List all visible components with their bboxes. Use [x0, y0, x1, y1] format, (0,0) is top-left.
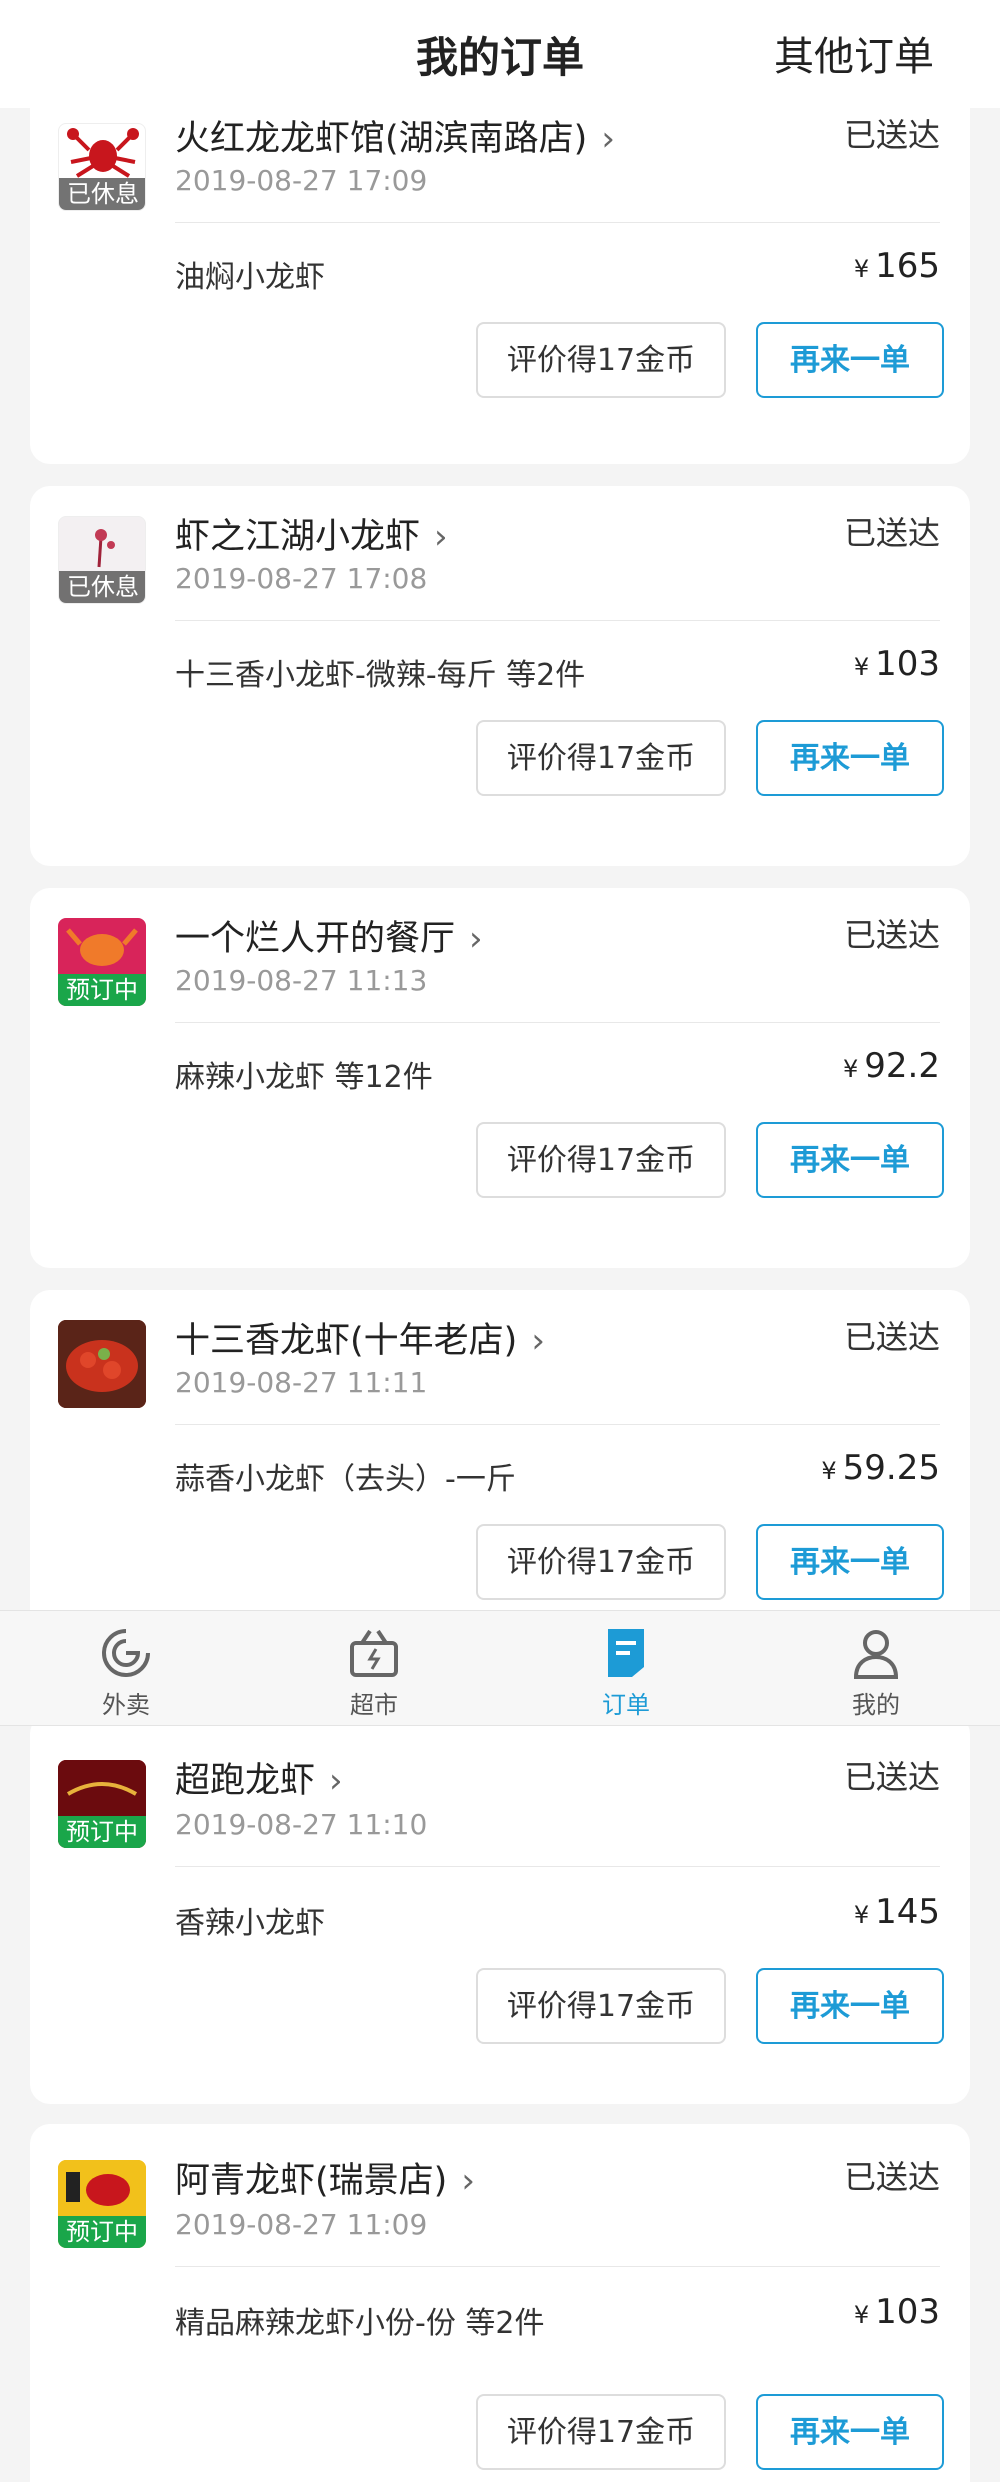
shop-name[interactable]: 阿青龙虾(瑞景店) › — [175, 2152, 475, 2203]
divider — [175, 1866, 940, 1867]
shop-logo: 预订中 — [58, 2160, 146, 2248]
review-button[interactable]: 评价得17金币 — [476, 2394, 726, 2470]
shop-name[interactable]: 虾之江湖小龙虾 › — [175, 508, 448, 559]
order-card[interactable]: 预订中 超跑龙虾 › 已送达 2019-08-27 11:10 香辣小龙虾 ¥14… — [30, 1714, 970, 2104]
order-price: ¥103 — [853, 644, 940, 684]
order-price: ¥92.2 — [843, 1046, 940, 1086]
order-time: 2019-08-27 11:13 — [175, 964, 428, 997]
order-price: ¥59.25 — [821, 1448, 940, 1488]
reorder-button[interactable]: 再来一单 — [756, 1524, 944, 1600]
order-time: 2019-08-27 11:10 — [175, 1808, 428, 1841]
brand-logo-icon — [58, 2160, 146, 2220]
flower-icon — [95, 529, 115, 568]
tab-mine-label: 我的 — [852, 1691, 900, 1719]
order-card[interactable]: 预订中 一个烂人开的餐厅 › 已送达 2019-08-27 11:13 麻辣小龙虾… — [30, 888, 970, 1268]
divider — [175, 1424, 940, 1425]
order-items: 麻辣小龙虾 等12件 — [175, 1060, 433, 1095]
orders-icon — [608, 1629, 644, 1677]
review-button[interactable]: 评价得17金币 — [476, 322, 726, 398]
divider — [175, 620, 940, 621]
order-status: 已送达 — [843, 514, 940, 552]
crawfish-dish-icon — [58, 1320, 146, 1408]
tab-orders[interactable]: 订单 — [566, 1625, 686, 1720]
order-status: 已送达 — [843, 1758, 940, 1796]
tab-supermarket-label: 超市 — [350, 1691, 398, 1719]
order-status: 已送达 — [843, 116, 940, 154]
chevron-right-icon: › — [601, 119, 615, 159]
crawfish-icon — [67, 128, 139, 178]
tab-takeout-label: 外卖 — [102, 1691, 150, 1719]
divider — [175, 222, 940, 223]
chevron-right-icon: › — [329, 1761, 343, 1801]
divider — [175, 2266, 940, 2267]
basket-icon — [350, 1629, 398, 1677]
crawfish-icon — [66, 928, 138, 966]
shop-name[interactable]: 十三香龙虾(十年老店) › — [175, 1312, 545, 1363]
profile-icon — [853, 1630, 899, 1679]
top-bar: 我的订单 其他订单 — [0, 0, 1000, 108]
shop-logo: 已休息 — [58, 516, 146, 604]
shop-logo: 已休息 — [58, 123, 146, 211]
chevron-right-icon: › — [531, 1321, 545, 1361]
order-status: 已送达 — [843, 1318, 940, 1356]
reorder-button[interactable]: 再来一单 — [756, 322, 944, 398]
review-button[interactable]: 评价得17金币 — [476, 1968, 726, 2044]
shop-name[interactable]: 一个烂人开的餐厅 › — [175, 910, 483, 961]
order-time: 2019-08-27 17:09 — [175, 164, 428, 197]
order-status: 已送达 — [843, 916, 940, 954]
shop-name[interactable]: 火红龙龙虾馆(湖滨南路店) › — [175, 110, 615, 161]
shop-status-badge: 预订中 — [58, 2216, 146, 2248]
tab-orders-label: 订单 — [602, 1691, 650, 1719]
order-card[interactable]: 已休息 火红龙龙虾馆(湖滨南路店) › 已送达 2019-08-27 17:09 … — [30, 88, 970, 464]
tab-mine[interactable]: 我的 — [816, 1625, 936, 1720]
order-price: ¥145 — [853, 1892, 940, 1932]
other-orders-link[interactable]: 其他订单 — [774, 24, 934, 82]
shop-status-badge: 已休息 — [59, 571, 145, 603]
shop-logo: 预订中 — [58, 918, 146, 1006]
takeout-icon — [102, 1629, 150, 1677]
bottom-tab-bar: 外卖 超市 订单 我的 — [0, 1610, 1000, 1726]
shop-logo — [58, 1320, 146, 1408]
shop-name[interactable]: 超跑龙虾 › — [175, 1752, 343, 1803]
shop-logo: 预订中 — [58, 1760, 146, 1848]
shop-status-badge: 预订中 — [58, 1816, 146, 1848]
order-time: 2019-08-27 17:08 — [175, 562, 428, 595]
chevron-right-icon: › — [461, 2161, 475, 2201]
order-items: 油焖小龙虾 — [175, 260, 325, 295]
tab-supermarket[interactable]: 超市 — [314, 1625, 434, 1720]
order-card[interactable]: 预订中 阿青龙虾(瑞景店) › 已送达 2019-08-27 11:09 精品麻辣… — [30, 2124, 970, 2482]
brand-logo-icon — [58, 1760, 146, 1820]
order-status: 已送达 — [843, 2158, 940, 2196]
order-time: 2019-08-27 11:11 — [175, 1366, 428, 1399]
order-items: 香辣小龙虾 — [175, 1906, 325, 1941]
review-button[interactable]: 评价得17金币 — [476, 1524, 726, 1600]
chevron-right-icon: › — [469, 919, 483, 959]
shop-status-badge: 预订中 — [58, 974, 146, 1006]
orders-page: 我的订单 其他订单 已休息 火红龙龙虾馆(湖滨南路店) › 已送达 2019-08… — [0, 0, 1000, 2482]
order-items: 蒜香小龙虾（去头）-一斤 — [175, 1462, 516, 1497]
review-button[interactable]: 评价得17金币 — [476, 720, 726, 796]
reorder-button[interactable]: 再来一单 — [756, 2394, 944, 2470]
divider — [175, 1022, 940, 1023]
shop-status-badge: 已休息 — [59, 178, 145, 210]
tab-takeout[interactable]: 外卖 — [66, 1625, 186, 1720]
order-items: 精品麻辣龙虾小份-份 等2件 — [175, 2306, 545, 2341]
order-time: 2019-08-27 11:09 — [175, 2208, 428, 2241]
chevron-right-icon: › — [434, 517, 448, 557]
order-price: ¥165 — [853, 246, 940, 286]
reorder-button[interactable]: 再来一单 — [756, 1122, 944, 1198]
reorder-button[interactable]: 再来一单 — [756, 720, 944, 796]
order-card[interactable]: 已休息 虾之江湖小龙虾 › 已送达 2019-08-27 17:08 十三香小龙虾… — [30, 486, 970, 866]
review-button[interactable]: 评价得17金币 — [476, 1122, 726, 1198]
reorder-button[interactable]: 再来一单 — [756, 1968, 944, 2044]
order-items: 十三香小龙虾-微辣-每斤 等2件 — [175, 658, 586, 693]
order-price: ¥103 — [853, 2292, 940, 2332]
